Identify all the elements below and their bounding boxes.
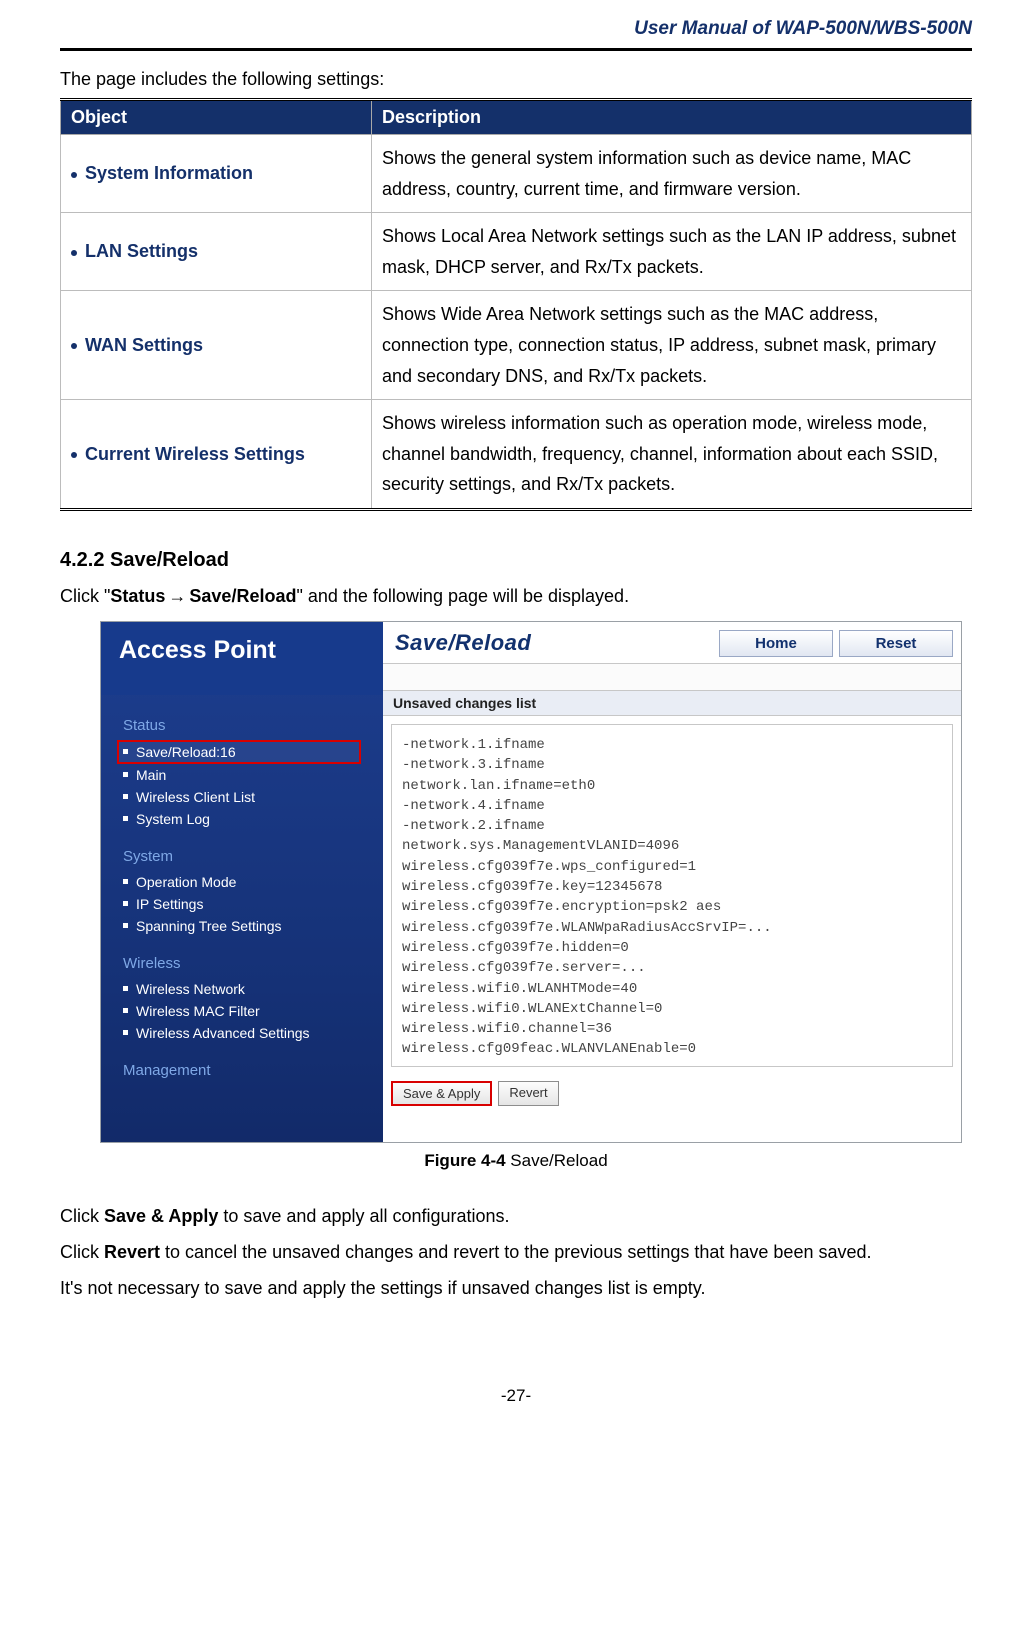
paragraph: Click Revert to cancel the unsaved chang…	[60, 1235, 972, 1269]
unsaved-changes-header: Unsaved changes list	[383, 691, 961, 716]
revert-button[interactable]: Revert	[498, 1081, 558, 1106]
obj-label: LAN Settings	[85, 241, 198, 261]
sidebar-item-wireless-client-list[interactable]: Wireless Client List	[123, 786, 361, 808]
sidebar: Access Point Status Save/Reload:16 Main …	[101, 622, 383, 1142]
bullet-icon	[123, 923, 128, 928]
unsaved-changes-list: -network.1.ifname -network.3.ifname netw…	[391, 724, 953, 1067]
txt: " and the following page will be display…	[296, 586, 629, 606]
obj-label: WAN Settings	[85, 335, 203, 355]
table-row: WAN Settings Shows Wide Area Network set…	[61, 291, 972, 400]
sidebar-item-label: Spanning Tree Settings	[136, 918, 282, 934]
page-number: -27-	[60, 1386, 972, 1406]
obj-label: System Information	[85, 163, 253, 183]
paragraph: Click Save & Apply to save and apply all…	[60, 1199, 972, 1233]
settings-table: Object Description System Information Sh…	[60, 98, 972, 511]
home-button[interactable]: Home	[719, 630, 833, 657]
txt: Click "	[60, 586, 110, 606]
bullet-icon	[123, 794, 128, 799]
sidebar-item-operation-mode[interactable]: Operation Mode	[123, 871, 361, 893]
bullet-icon	[123, 1008, 128, 1013]
bullet-icon	[123, 816, 128, 821]
table-row: System Information Shows the general sys…	[61, 135, 972, 213]
sidebar-item-label: Operation Mode	[136, 874, 236, 890]
path-status: Status	[110, 586, 165, 606]
blank-strip	[383, 664, 961, 691]
obj-desc: Shows wireless information such as opera…	[372, 400, 972, 510]
screenshot-figure: Access Point Status Save/Reload:16 Main …	[100, 621, 962, 1143]
arrow-icon	[165, 586, 189, 606]
bullet-icon	[123, 772, 128, 777]
col-description: Description	[372, 100, 972, 135]
obj-label: Current Wireless Settings	[85, 444, 305, 464]
paragraph: It's not necessary to save and apply the…	[60, 1271, 972, 1305]
bullet-icon	[71, 172, 77, 178]
col-object: Object	[61, 100, 372, 135]
bullet-icon	[123, 749, 128, 754]
sidebar-item-label: Wireless MAC Filter	[136, 1003, 260, 1019]
obj-desc: Shows Local Area Network settings such a…	[372, 213, 972, 291]
header-rule	[60, 48, 972, 51]
txt-bold: Save & Apply	[104, 1206, 218, 1226]
sidebar-item-label: Wireless Advanced Settings	[136, 1025, 310, 1041]
group-wireless: Wireless	[123, 955, 361, 972]
section-heading: 4.2.2 Save/Reload	[60, 549, 972, 572]
table-row: Current Wireless Settings Shows wireless…	[61, 400, 972, 510]
txt: Click	[60, 1206, 104, 1226]
save-apply-button[interactable]: Save & Apply	[391, 1081, 492, 1106]
bullet-icon	[123, 879, 128, 884]
page-title: Save/Reload	[395, 630, 713, 656]
table-row: LAN Settings Shows Local Area Network se…	[61, 213, 972, 291]
sidebar-item-main[interactable]: Main	[123, 764, 361, 786]
bullet-icon	[71, 250, 77, 256]
sidebar-item-label: Wireless Client List	[136, 789, 255, 805]
sidebar-item-label: Save/Reload:16	[136, 744, 236, 760]
sidebar-item-label: Main	[136, 767, 166, 783]
obj-desc: Shows the general system information suc…	[372, 135, 972, 213]
sidebar-item-label: IP Settings	[136, 896, 203, 912]
txt: to save and apply all configurations.	[218, 1206, 509, 1226]
sidebar-item-wireless-mac-filter[interactable]: Wireless MAC Filter	[123, 1000, 361, 1022]
caption-bold: Figure 4-4	[424, 1151, 505, 1170]
sidebar-item-ip-settings[interactable]: IP Settings	[123, 893, 361, 915]
txt: Click	[60, 1242, 104, 1262]
caption-rest: Save/Reload	[506, 1151, 608, 1170]
path-savereload: Save/Reload	[189, 586, 296, 606]
group-management: Management	[123, 1062, 361, 1079]
sidebar-item-wireless-network[interactable]: Wireless Network	[123, 978, 361, 1000]
bullet-icon	[123, 986, 128, 991]
group-status: Status	[123, 717, 361, 734]
sidebar-item-label: Wireless Network	[136, 981, 245, 997]
sidebar-brand: Access Point	[101, 622, 383, 695]
nav-instruction: Click "Status Save/Reload" and the follow…	[60, 586, 972, 607]
bullet-icon	[123, 901, 128, 906]
sidebar-item-save-reload[interactable]: Save/Reload:16	[117, 740, 361, 764]
obj-desc: Shows Wide Area Network settings such as…	[372, 291, 972, 400]
group-system: System	[123, 848, 361, 865]
reset-button[interactable]: Reset	[839, 630, 953, 657]
main-panel: Save/Reload Home Reset Unsaved changes l…	[383, 622, 961, 1142]
sidebar-item-label: System Log	[136, 811, 210, 827]
sidebar-item-wireless-advanced[interactable]: Wireless Advanced Settings	[123, 1022, 361, 1044]
doc-header-title: User Manual of WAP-500N/WBS-500N	[60, 18, 972, 40]
bullet-icon	[123, 1030, 128, 1035]
sidebar-item-system-log[interactable]: System Log	[123, 808, 361, 830]
intro-text: The page includes the following settings…	[60, 69, 972, 90]
bullet-icon	[71, 343, 77, 349]
txt: to cancel the unsaved changes and revert…	[160, 1242, 871, 1262]
txt-bold: Revert	[104, 1242, 160, 1262]
bullet-icon	[71, 452, 77, 458]
sidebar-item-spanning-tree[interactable]: Spanning Tree Settings	[123, 915, 361, 937]
figure-caption: Figure 4-4 Save/Reload	[60, 1151, 972, 1171]
